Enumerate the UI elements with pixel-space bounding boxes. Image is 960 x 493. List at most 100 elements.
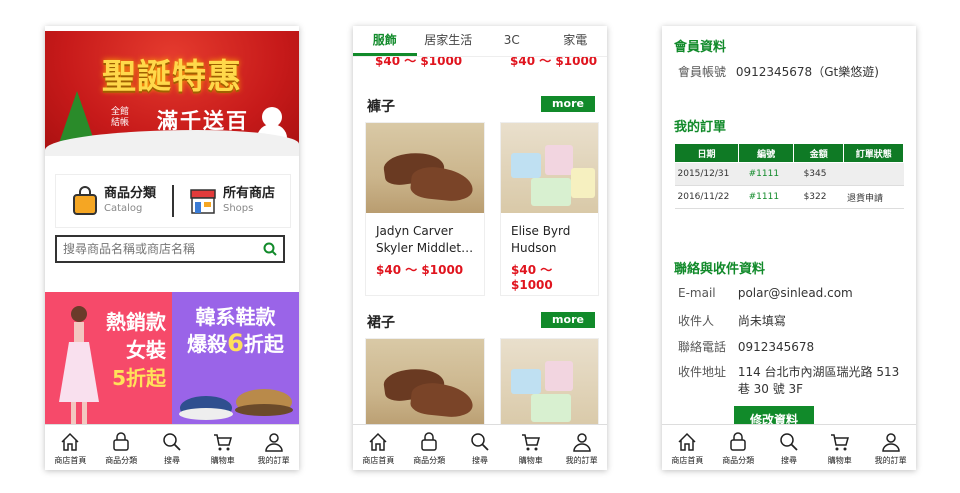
promo-womens-fashion[interactable]: 熱銷款 女裝 5折起 xyxy=(45,292,172,428)
tab-label: 商品分類 xyxy=(105,456,138,465)
tab-label: 商品分類 xyxy=(413,456,446,465)
tab-label: 搜尋 xyxy=(780,456,797,465)
promo2-line1: 韓系鞋款 xyxy=(195,305,276,329)
tab-cart[interactable]: 購物車 xyxy=(814,425,865,470)
tab-appliances[interactable]: 家電 xyxy=(544,26,608,56)
recipient-row: 收件人 尚未填寫 xyxy=(678,312,786,329)
home-icon xyxy=(61,432,79,451)
tab-catalog[interactable]: 商品分類 xyxy=(713,425,764,470)
tab-home[interactable]: 商店首頁 xyxy=(662,425,713,470)
bottom-tab-bar: 商店首頁 商品分類 搜尋 購物車 我的訂單 xyxy=(662,424,916,470)
model-image xyxy=(59,306,99,428)
order-amount: $322 xyxy=(793,185,844,209)
tab-orders[interactable]: 我的訂單 xyxy=(556,425,607,470)
christmas-banner[interactable]: 聖誕特惠 全館結帳 滿千送百 xyxy=(45,31,299,156)
tab-label: 購物車 xyxy=(827,456,852,465)
banner-title: 聖誕特惠 xyxy=(102,57,242,97)
category-screen: 服飾 居家生活 3C 家電 $40 ～ $1000 $40 ～ $1000 褲子… xyxy=(353,26,607,470)
tab-catalog[interactable]: 商品分類 xyxy=(96,425,147,470)
search-icon[interactable] xyxy=(263,242,277,256)
contact-title: 聯絡與收件資料 xyxy=(674,262,766,277)
order-amount: $345 xyxy=(793,162,844,186)
promo2-line2a: 爆殺 xyxy=(187,332,228,356)
tab-catalog[interactable]: 商品分類 xyxy=(404,425,455,470)
product-name: Skyler Middleto... xyxy=(376,241,480,255)
catalog-sublabel: Catalog xyxy=(103,203,143,214)
member-account-label: 會員帳號 xyxy=(678,65,727,79)
promo1-line1: 熱銷款 xyxy=(106,310,166,334)
tab-label: 商店首頁 xyxy=(54,456,87,465)
account-screen: 會員資料 會員帳號 0912345678（Gt樂悠遊) 我的訂單 日期 編號 金… xyxy=(662,26,916,470)
order-id-link[interactable]: #1111 xyxy=(738,185,794,209)
cart-icon xyxy=(213,434,232,451)
phone-label: 聯絡電話 xyxy=(678,340,727,354)
product-image xyxy=(366,123,484,213)
tab-label: 商店首頁 xyxy=(362,456,395,465)
table-row[interactable]: 2015/12/31 #1111 $345 xyxy=(674,162,904,186)
user-icon xyxy=(572,433,591,452)
catalog-button[interactable]: 商品分類 Catalog xyxy=(56,186,172,216)
email-row: E-mail polar@sinlead.com xyxy=(678,286,853,300)
cart-icon xyxy=(521,434,540,451)
home-screen: 聖誕特惠 全館結帳 滿千送百 商品分類 Catalog 所有商店 Shops 搜… xyxy=(45,26,299,470)
address-line2: 巷 30 號 3F xyxy=(737,382,804,396)
orders-table: 日期 編號 金額 訂單狀態 2015/12/31 #1111 $345 2016… xyxy=(673,143,904,209)
phone-row: 聯絡電話 0912345678 xyxy=(678,338,814,355)
tab-search[interactable]: 搜尋 xyxy=(764,425,815,470)
promo1-line3: 5折起 xyxy=(112,366,166,390)
search-input[interactable] xyxy=(63,242,263,256)
search-icon xyxy=(471,433,489,451)
quick-nav: 商品分類 Catalog 所有商店 Shops xyxy=(55,174,291,228)
product-price: $40 ～ $1000 xyxy=(511,263,553,292)
tab-cart[interactable]: 購物車 xyxy=(197,425,248,470)
col-id: 編號 xyxy=(738,143,795,163)
product-image xyxy=(501,339,598,429)
order-date: 2015/12/31 xyxy=(674,162,739,186)
tab-label: 我的訂單 xyxy=(874,456,907,465)
tab-label: 搜尋 xyxy=(163,456,180,465)
tab-orders[interactable]: 我的訂單 xyxy=(248,425,299,470)
tab-label: 購物車 xyxy=(518,456,543,465)
member-account-row: 會員帳號 0912345678（Gt樂悠遊) xyxy=(678,63,879,80)
tab-home-living[interactable]: 居家生活 xyxy=(417,26,481,56)
section-title-skirts: 裙子 xyxy=(367,315,395,331)
bottom-tab-bar: 商店首頁 商品分類 搜尋 購物車 我的訂單 xyxy=(353,424,607,470)
more-button-pants[interactable]: more xyxy=(541,96,595,112)
search-box[interactable] xyxy=(55,235,285,263)
tab-orders[interactable]: 我的訂單 xyxy=(865,425,916,470)
promo2-line2c: 折起 xyxy=(243,332,284,356)
order-id-link[interactable]: #1111 xyxy=(738,162,794,186)
col-date: 日期 xyxy=(673,143,740,163)
product-card[interactable]: Elise Byrd Hudson $40 ～ $1000 xyxy=(500,122,599,296)
tab-home[interactable]: 商店首頁 xyxy=(353,425,404,470)
store-icon xyxy=(190,189,216,214)
tab-3c[interactable]: 3C xyxy=(480,26,544,56)
home-icon xyxy=(678,432,696,451)
tab-label: 我的訂單 xyxy=(257,456,290,465)
section-title-pants: 褲子 xyxy=(367,99,395,115)
user-icon xyxy=(881,433,900,452)
tab-search[interactable]: 搜尋 xyxy=(455,425,506,470)
tab-search[interactable]: 搜尋 xyxy=(147,425,198,470)
search-icon xyxy=(780,433,798,451)
shops-label: 所有商店 xyxy=(222,186,275,201)
promo1-line2: 女裝 xyxy=(126,338,166,362)
email-value: polar@sinlead.com xyxy=(737,286,853,300)
product-name: Elise Byrd xyxy=(511,224,571,238)
shops-button[interactable]: 所有商店 Shops xyxy=(174,186,290,216)
table-row[interactable]: 2016/11/22 #1111 $322 退貨申請 xyxy=(674,185,904,209)
bag-icon xyxy=(421,432,437,451)
promo-korean-shoes[interactable]: 韓系鞋款 爆殺6折起 xyxy=(172,292,299,428)
shops-sublabel: Shops xyxy=(222,203,254,214)
product-card[interactable]: Jadyn Carver Skyler Middleto... $40 ～ $1… xyxy=(365,122,485,296)
product-image xyxy=(501,123,598,213)
tab-cart[interactable]: 購物車 xyxy=(505,425,556,470)
order-date: 2016/11/22 xyxy=(674,185,739,209)
bag-icon xyxy=(113,432,129,451)
more-button-skirts[interactable]: more xyxy=(541,312,595,328)
product-price: $40 ～ $1000 xyxy=(376,263,464,277)
tab-home[interactable]: 商店首頁 xyxy=(45,425,96,470)
tab-clothing[interactable]: 服飾 xyxy=(353,26,417,56)
tab-label: 商品分類 xyxy=(722,456,755,465)
bag-icon xyxy=(730,432,746,451)
